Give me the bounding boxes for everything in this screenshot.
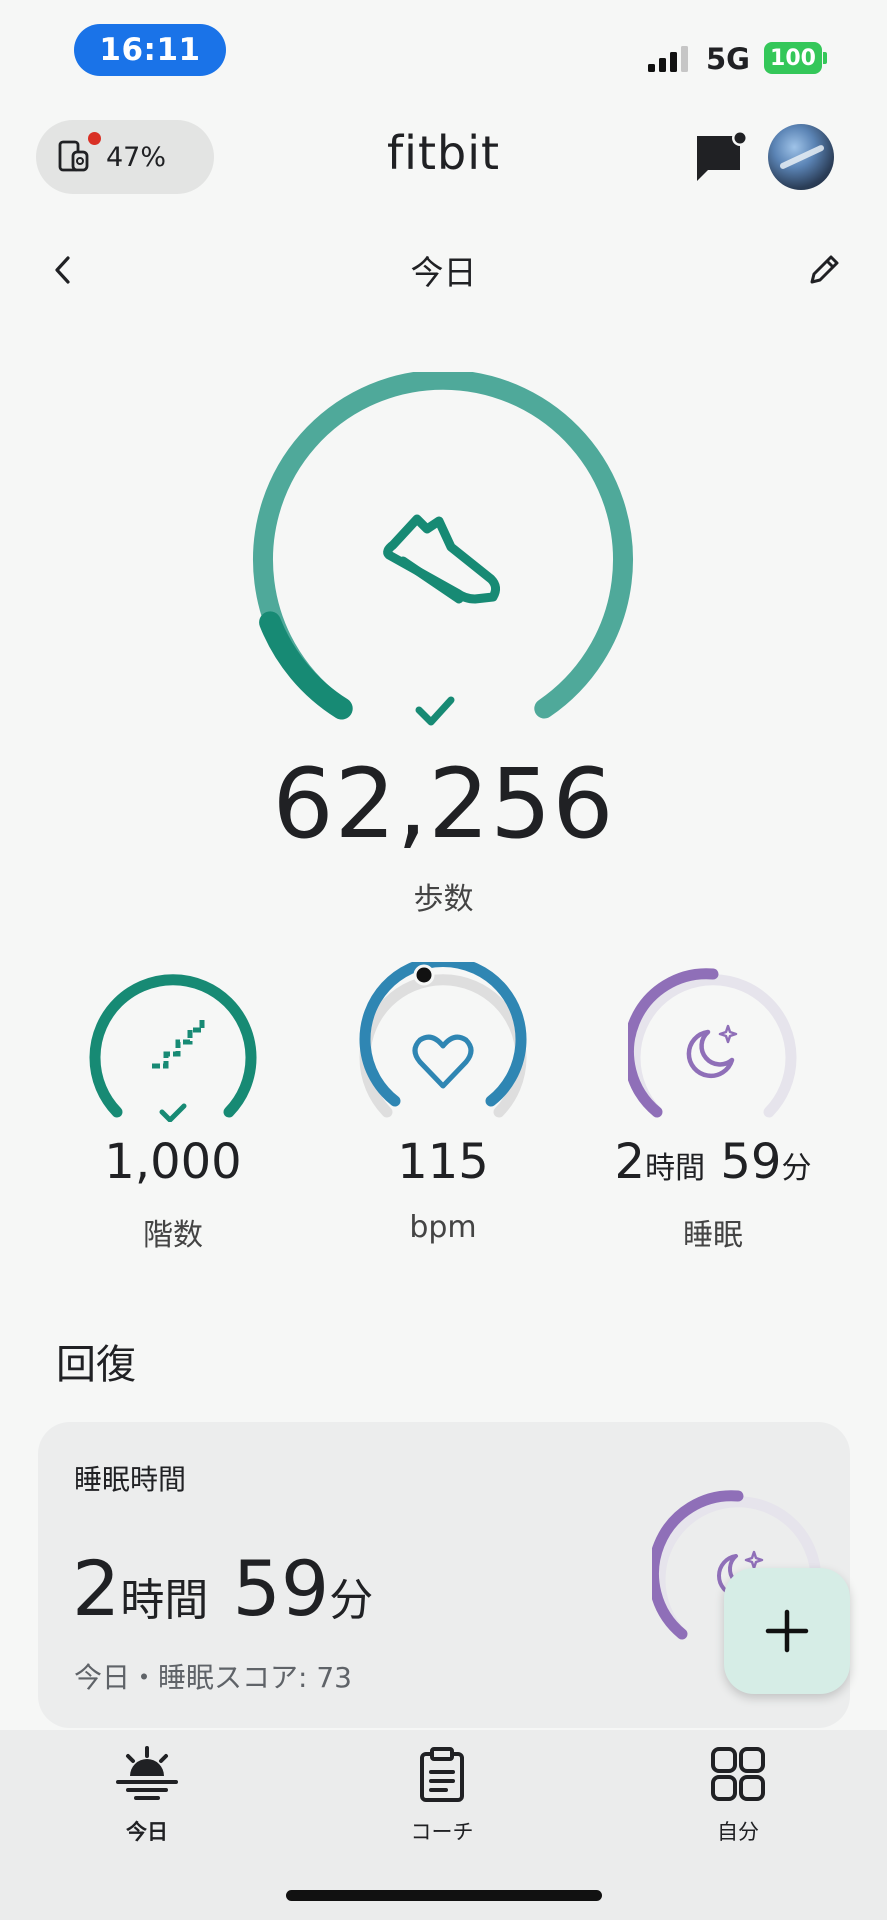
sleep-ring[interactable] — [628, 962, 798, 1122]
steps-ring[interactable] — [251, 372, 635, 732]
edit-pencil-icon[interactable] — [806, 252, 842, 288]
grid-icon — [711, 1747, 765, 1801]
tab-today[interactable]: 今日 — [47, 1746, 247, 1846]
tab-you[interactable]: 自分 — [638, 1746, 838, 1846]
clipboard-icon — [420, 1747, 464, 1802]
date-title: 今日 — [410, 253, 477, 292]
heart-rate-ring[interactable] — [358, 962, 528, 1122]
status-time: 16:11 — [74, 24, 226, 76]
heart-rate-marker — [413, 964, 435, 986]
tab-coach[interactable]: コーチ — [342, 1746, 542, 1846]
sunrise-icon — [116, 1746, 178, 1800]
tab-today-label: 今日 — [126, 1820, 168, 1844]
battery-tip — [823, 52, 827, 64]
signal-icon — [648, 46, 688, 72]
tab-coach-label: コーチ — [410, 1820, 474, 1844]
plus-icon — [765, 1609, 809, 1653]
sleep-card-title: 睡眠時間 — [74, 1463, 187, 1496]
heart-rate-value: 115 — [397, 1134, 489, 1190]
moon-stars-icon — [686, 1024, 738, 1078]
stairs-icon — [152, 1018, 205, 1069]
steps-value: 62,256 — [272, 748, 615, 860]
floors-label: 階数 — [143, 1218, 203, 1253]
floors-ring[interactable] — [88, 962, 258, 1122]
heart-icon — [412, 1034, 474, 1089]
tab-you-label: 自分 — [717, 1820, 759, 1844]
sleep-label: 睡眠 — [683, 1218, 743, 1253]
avatar[interactable] — [768, 124, 834, 190]
sleep-card-value: 2時間 59分 — [72, 1544, 374, 1633]
app-logo: fitbit — [386, 126, 501, 180]
battery-indicator: 100 — [764, 42, 822, 74]
goal-check-icon — [415, 696, 455, 726]
home-indicator — [286, 1890, 602, 1901]
sleep-duration-value: 2時間 59分 — [614, 1134, 812, 1190]
floors-value: 1,000 — [104, 1134, 242, 1190]
sleep-score-subtitle: 今日・睡眠スコア: 73 — [74, 1661, 352, 1694]
recovery-section-title: 回復 — [56, 1342, 136, 1388]
message-icon[interactable] — [694, 130, 748, 184]
heart-rate-unit: bpm — [409, 1210, 477, 1245]
network-type: 5G — [706, 42, 750, 76]
floors-check-icon — [159, 1103, 187, 1122]
shoe-icon — [383, 514, 501, 604]
add-button[interactable] — [724, 1568, 850, 1694]
steps-label: 歩数 — [413, 882, 474, 917]
